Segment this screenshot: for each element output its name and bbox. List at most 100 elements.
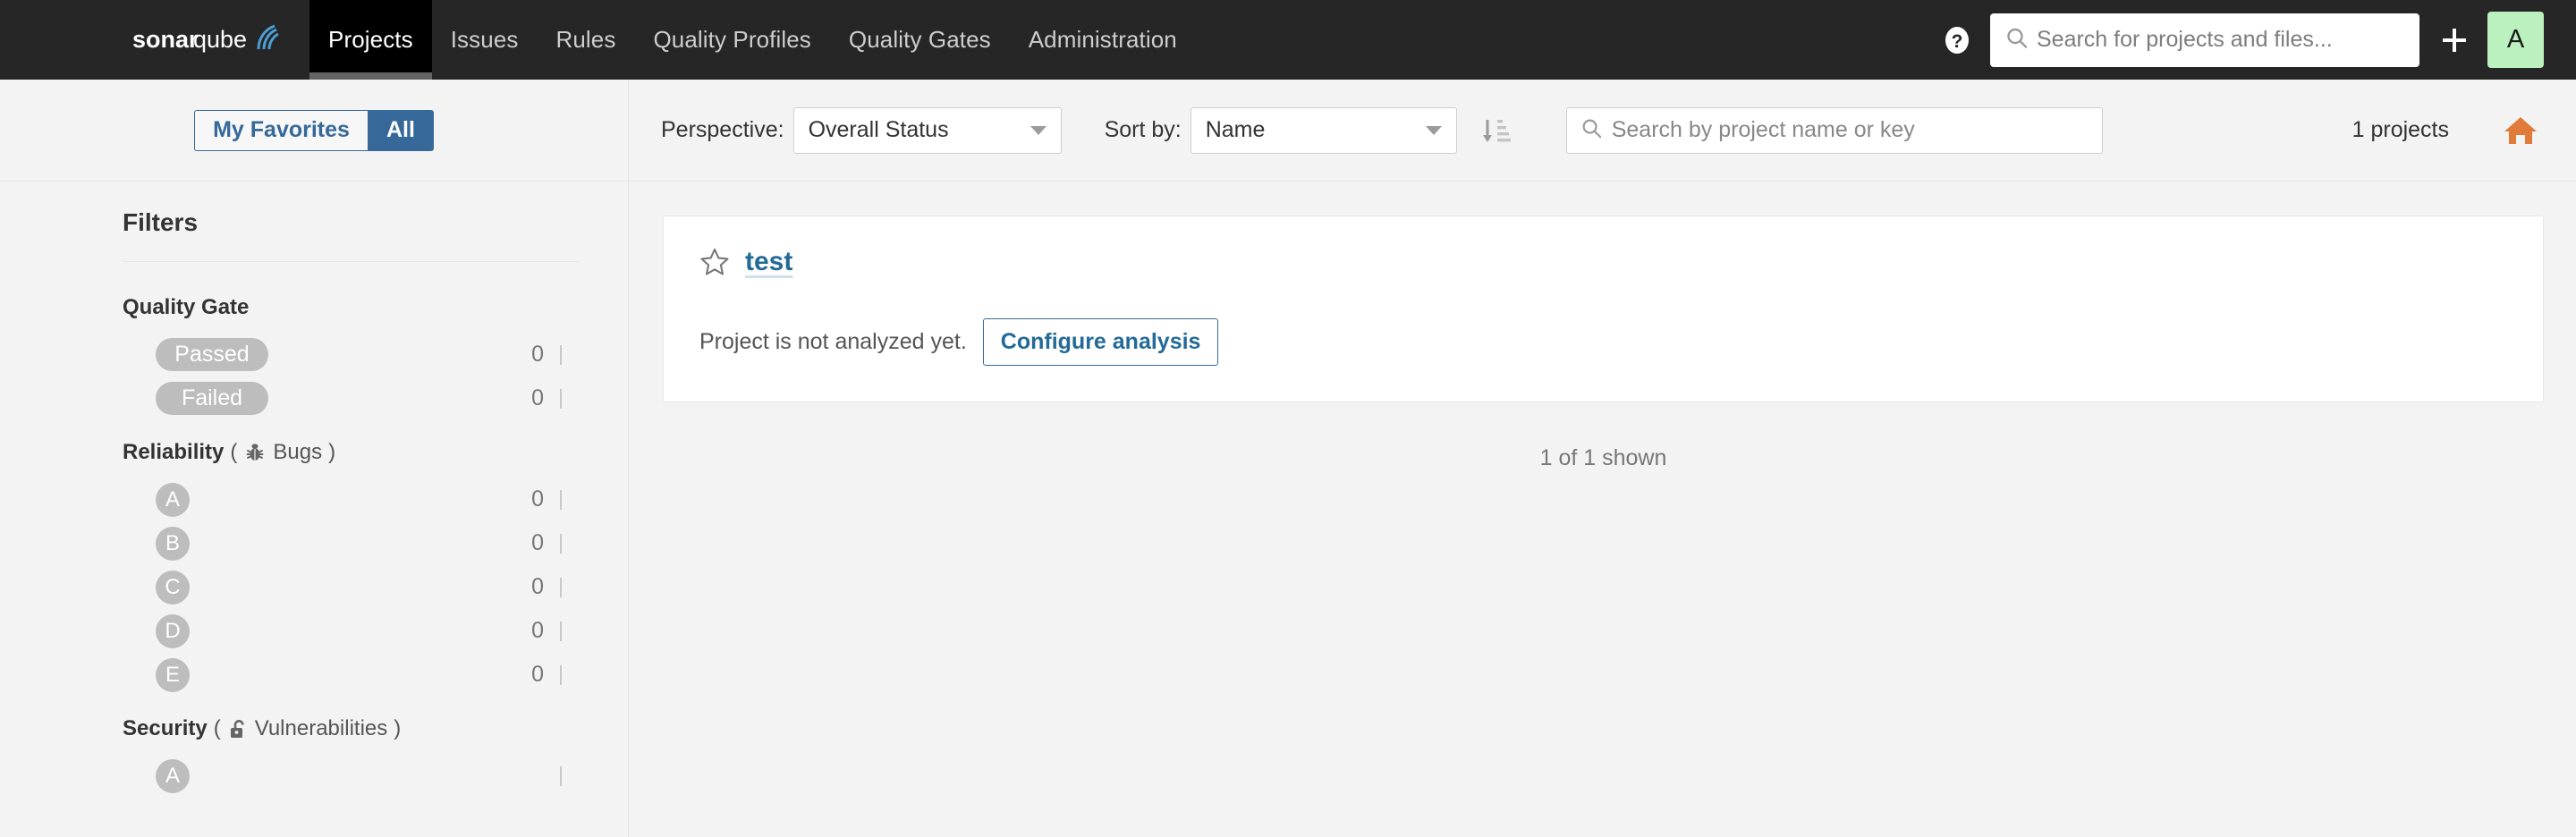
facet-item-count: 0 (531, 662, 544, 687)
facet-item-label: B (156, 526, 190, 561)
facet-item-label: C (156, 570, 190, 604)
filters-heading: Filters (123, 208, 199, 236)
facet-item-label: Passed (156, 338, 268, 371)
perspective-value: Overall Status (808, 117, 949, 142)
facet-name: Security (123, 716, 208, 740)
help-circle-icon[interactable]: ? (1936, 20, 1978, 61)
facet-bar-indicator (560, 765, 562, 786)
projects-content: test Project is not analyzed yet. Config… (629, 182, 2576, 837)
facet-item-label: E (156, 657, 190, 692)
facet-header: Quality Gate (123, 295, 578, 333)
facet-security: Security ( Vulnerabilities ) A (123, 716, 578, 798)
nav-tab-administration[interactable]: Administration (1010, 0, 1196, 80)
main-area: Perspective: Overall Status Sort by: Nam… (629, 80, 2576, 837)
nav-tab-label: Rules (555, 26, 616, 53)
home-icon[interactable] (2497, 107, 2544, 154)
facet-item-label: A (156, 482, 190, 517)
sortby-select[interactable]: Name (1190, 106, 1457, 154)
avatar[interactable]: A (2487, 12, 2544, 68)
project-card[interactable]: test Project is not analyzed yet. Config… (663, 216, 2544, 402)
project-search-input[interactable] (1611, 117, 2102, 143)
global-search-input[interactable] (2037, 27, 2419, 53)
create-new-button[interactable] (2427, 13, 2482, 67)
facet-metric: Bugs (273, 440, 323, 464)
nav-tab-quality-profiles[interactable]: Quality Profiles (634, 0, 829, 80)
facet-item-stat: 0 (517, 574, 578, 600)
search-icon (1580, 117, 1603, 144)
project-card-header: test (699, 247, 2507, 277)
facet-bar-indicator (560, 344, 562, 365)
configure-analysis-button[interactable]: Configure analysis (982, 318, 1219, 366)
facet-header: Security ( Vulnerabilities ) (123, 716, 578, 754)
facet-item-rating-d[interactable]: D 0 (123, 609, 578, 653)
projects-toolbar: Perspective: Overall Status Sort by: Nam… (629, 80, 2576, 182)
facet-item-rating-e[interactable]: E 0 (123, 653, 578, 697)
favorites-toggle-bar: My Favorites All (0, 80, 628, 182)
nav-tab-quality-gates[interactable]: Quality Gates (830, 0, 1010, 80)
star-outline-icon[interactable] (699, 247, 730, 277)
facet-item-stat (517, 765, 578, 786)
facet-item-stat: 0 (517, 486, 578, 512)
svg-text:sonar: sonar (132, 26, 199, 53)
nav-tab-label: Projects (328, 26, 413, 53)
rating-badge: D (156, 613, 190, 648)
facet-bar-indicator (560, 577, 562, 597)
facet-item-label: A (156, 758, 190, 793)
facet-item-rating-a[interactable]: A 0 (123, 478, 578, 521)
quality-gate-pill: Passed (156, 338, 268, 371)
filters-divider (123, 261, 578, 262)
chevron-down-icon (1030, 125, 1046, 135)
facet-paren-open: ( (213, 716, 221, 740)
navbar-right-group: ? A (1936, 0, 2576, 80)
project-card-body: Project is not analyzed yet. Configure a… (699, 318, 2507, 366)
facet-item-rating-b[interactable]: B 0 (123, 521, 578, 565)
svg-text:?: ? (1952, 31, 1963, 52)
facet-header: Reliability (Bugs) (123, 440, 578, 478)
nav-tab-issues[interactable]: Issues (432, 0, 538, 80)
nav-tab-projects[interactable]: Projects (309, 0, 432, 80)
nav-tab-label: Administration (1028, 26, 1177, 53)
chevron-down-icon (1425, 125, 1442, 135)
project-name-link[interactable]: test (745, 247, 792, 277)
facet-metric: Vulnerabilities (254, 716, 388, 740)
nav-tab-rules[interactable]: Rules (537, 0, 634, 80)
facet-paren-open: ( (230, 440, 238, 464)
facet-item-stat: 0 (517, 618, 578, 644)
facet-bar-indicator (560, 621, 562, 641)
filters-sidebar: My Favorites All Filters Quality Gate Pa… (0, 80, 629, 837)
facet-reliability: Reliability (Bugs) A 0 B 0 C 0 D 0 E 0 (123, 440, 578, 697)
filters-panel: Filters Quality Gate Passed 0 Failed 0 R… (0, 182, 628, 798)
sonarqube-brand[interactable]: sonar qube (132, 0, 309, 80)
search-icon (2005, 26, 2029, 54)
perspective-select[interactable]: Overall Status (792, 106, 1062, 154)
rating-badge: A (156, 482, 190, 517)
facet-item-passed[interactable]: Passed 0 (123, 333, 578, 376)
facet-item-stat: 0 (517, 662, 578, 688)
facet-paren-close: ) (328, 440, 336, 464)
sortby-value: Name (1205, 117, 1266, 142)
facet-item-count: 0 (531, 574, 544, 599)
sort-ascending-icon[interactable] (1475, 110, 1516, 151)
all-projects-label: All (386, 117, 415, 142)
project-search-box[interactable] (1565, 106, 2103, 154)
all-projects-button[interactable]: All (367, 109, 434, 151)
facet-item-failed[interactable]: Failed 0 (123, 376, 578, 420)
facet-item-stat: 0 (517, 385, 578, 411)
global-search-box[interactable] (1990, 13, 2419, 67)
global-navbar: sonar qube Projects Issues Rules Quality… (0, 0, 2576, 80)
favorites-toggle-group: My Favorites All (194, 109, 434, 151)
facet-item-count: 0 (531, 486, 544, 512)
rating-badge: A (156, 758, 190, 793)
perspective-label: Perspective: (661, 117, 784, 142)
projects-count: 1 projects (2351, 117, 2449, 142)
facet-item-count: 0 (531, 530, 544, 555)
facet-item-stat: 0 (517, 530, 578, 556)
sortby-label: Sort by: (1104, 117, 1182, 142)
my-favorites-button[interactable]: My Favorites (194, 109, 368, 151)
facet-item-stat: 0 (517, 342, 578, 368)
facet-item-security-rating-a[interactable]: A (123, 754, 578, 798)
facet-item-rating-c[interactable]: C 0 (123, 565, 578, 609)
plus-icon (2443, 28, 2466, 52)
nav-tab-label: Quality Gates (848, 26, 991, 53)
rating-badge: E (156, 657, 190, 692)
